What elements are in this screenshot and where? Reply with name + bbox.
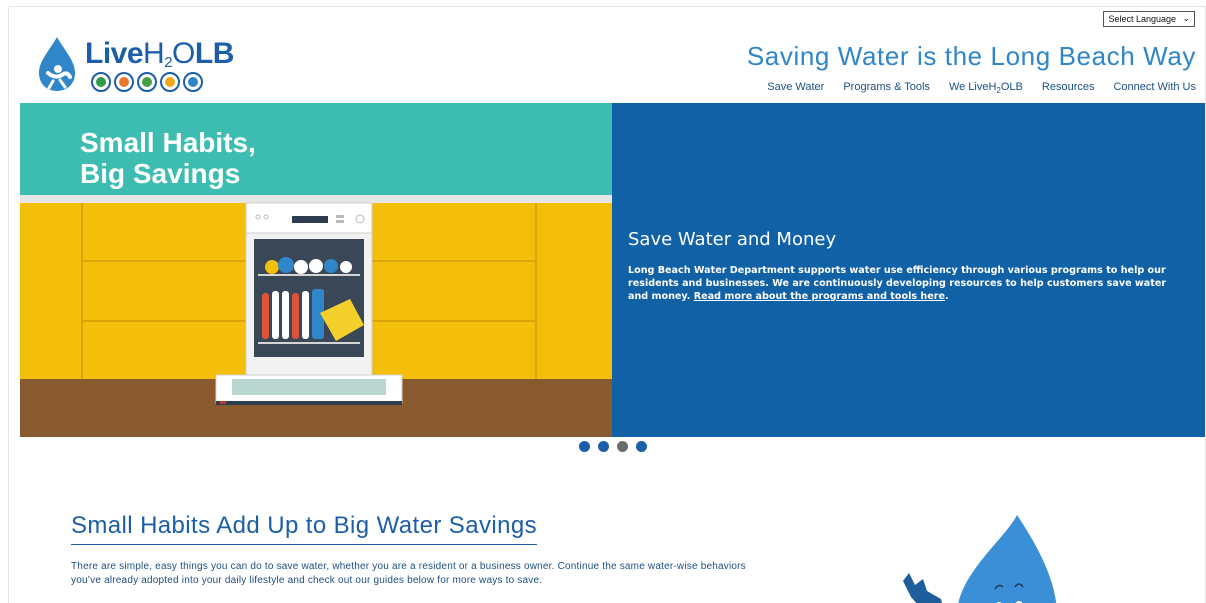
hero-slide-image: Small Habits, Big Savings	[20, 103, 612, 437]
language-select[interactable]: Select Language ⌄	[1103, 11, 1195, 27]
nav-connect-with-us[interactable]: Connect With Us	[1113, 81, 1196, 95]
nav-save-water[interactable]: Save Water	[767, 81, 824, 95]
programs-tools-link[interactable]: Read more about the programs and tools h…	[694, 291, 945, 302]
section-title: Small Habits Add Up to Big Water Savings	[71, 512, 537, 545]
carousel-dot[interactable]	[617, 441, 628, 452]
water-drop-logo-icon	[39, 37, 75, 91]
program-badge-icon	[137, 72, 157, 92]
program-badge-icon	[114, 72, 134, 92]
language-select-value: Select Language	[1108, 14, 1176, 24]
hero-carousel: Small Habits, Big Savings Save Water and…	[20, 103, 1205, 437]
nav-programs-tools[interactable]: Programs & Tools	[843, 81, 930, 95]
carousel-dot[interactable]	[636, 441, 647, 452]
page-frame: Select Language ⌄ LiveH2OLB Saving Water…	[8, 6, 1206, 603]
hero-title: Save Water and Money	[628, 229, 837, 250]
carousel-dots	[579, 441, 647, 452]
hero-slide-heading: Small Habits, Big Savings	[80, 127, 256, 189]
hero-body: Long Beach Water Department supports wat…	[628, 265, 1167, 302]
chevron-down-icon: ⌄	[1182, 13, 1190, 23]
logo-wordmark: LiveH2OLB	[85, 37, 234, 71]
carousel-dot[interactable]	[598, 441, 609, 452]
badge-row	[91, 72, 203, 92]
nav-we-liveh2olb[interactable]: We LiveH2OLB	[949, 81, 1023, 95]
program-badge-icon	[91, 72, 111, 92]
nav-resources[interactable]: Resources	[1042, 81, 1095, 95]
hero-info-panel: Save Water and Money Long Beach Water De…	[612, 103, 1205, 437]
main-nav: Save Water Programs & Tools We LiveH2OLB…	[767, 81, 1196, 95]
program-badge-icon	[160, 72, 180, 92]
site-logo[interactable]: LiveH2OLB	[35, 35, 234, 95]
water-drop-mascot-icon	[903, 515, 1057, 603]
program-badge-icon	[183, 72, 203, 92]
carousel-dot[interactable]	[579, 441, 590, 452]
section-text: There are simple, easy things you can do…	[71, 561, 746, 586]
site-tagline: Saving Water is the Long Beach Way	[746, 41, 1196, 71]
